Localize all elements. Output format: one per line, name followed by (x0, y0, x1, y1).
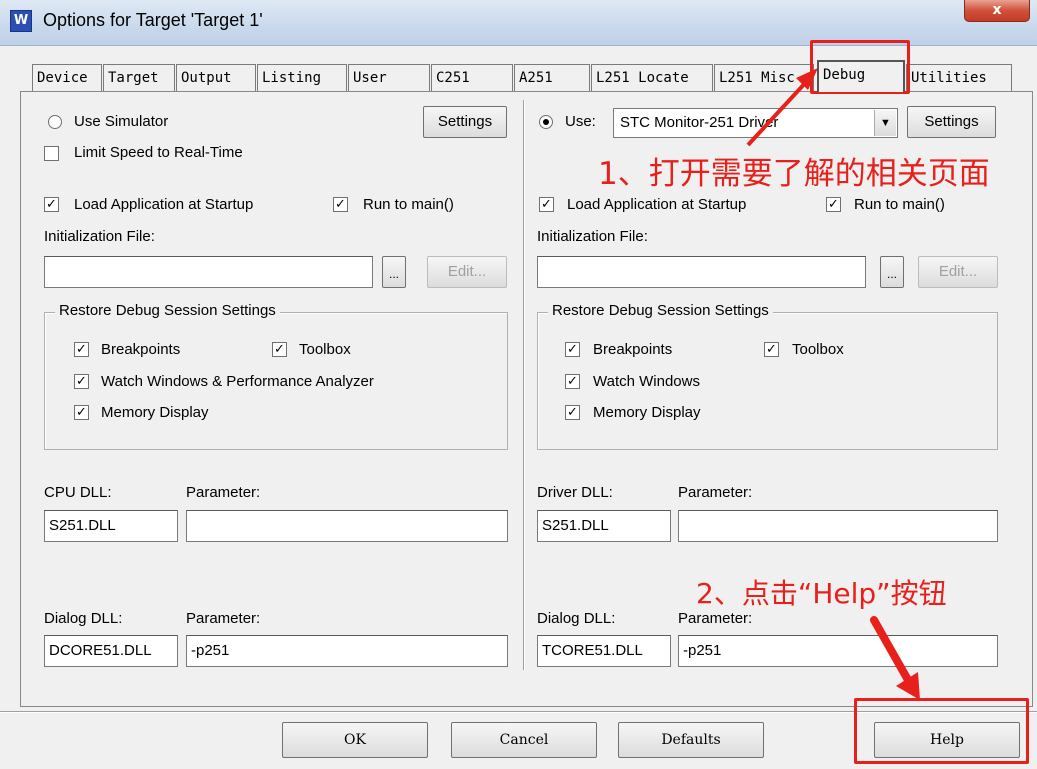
driver-settings-button[interactable]: Settings (907, 106, 996, 138)
watch-windows-label-left: Watch Windows & Performance Analyzer (101, 373, 374, 390)
toolbox-checkbox-right[interactable]: ✓ (764, 342, 779, 357)
load-app-checkbox-left[interactable]: ✓ (44, 197, 59, 212)
init-file-label-right: Initialization File: (537, 228, 648, 245)
cpu-param-field[interactable] (186, 510, 508, 542)
load-app-checkbox-right[interactable]: ✓ (539, 197, 554, 212)
init-file-input-right[interactable] (537, 256, 866, 288)
breakpoints-checkbox-right[interactable]: ✓ (565, 342, 580, 357)
dialog-dll-label-left: Dialog DLL: (44, 610, 123, 627)
window-title: Options for Target 'Target 1' (43, 10, 263, 30)
limit-speed-checkbox[interactable] (44, 146, 59, 161)
tab-listing[interactable]: Listing (257, 64, 347, 91)
chevron-down-icon[interactable]: ▼ (874, 110, 896, 136)
dialog-param-field-left[interactable]: -p251 (186, 635, 508, 667)
cpu-dll-field[interactable]: S251.DLL (44, 510, 178, 542)
tab-target[interactable]: Target (103, 64, 175, 91)
load-app-label-left: Load Application at Startup (74, 196, 254, 213)
breakpoints-label-right: Breakpoints (593, 341, 673, 358)
memory-display-checkbox-left[interactable]: ✓ (74, 405, 89, 420)
driver-select[interactable]: STC Monitor-251 Driver ▼ (613, 108, 898, 138)
breakpoints-checkbox-left[interactable]: ✓ (74, 342, 89, 357)
annotation-step1: 1、打开需要了解的相关页面 (598, 156, 990, 192)
init-file-browse-left[interactable]: ... (382, 256, 406, 288)
memory-display-label-right: Memory Display (593, 404, 701, 421)
use-driver-label: Use: (565, 113, 596, 130)
dialog-dll-field-right[interactable]: TCORE51.DLL (537, 635, 671, 667)
limit-speed-label: Limit Speed to Real-Time (74, 144, 243, 161)
run-to-main-label-right: Run to main() (854, 196, 945, 213)
driver-param-field[interactable] (678, 510, 998, 542)
help-button-highlight (854, 698, 1029, 764)
memory-display-checkbox-right[interactable]: ✓ (565, 405, 580, 420)
driver-dll-field[interactable]: S251.DLL (537, 510, 671, 542)
use-simulator-radio[interactable] (48, 115, 62, 129)
dialog-param-field-right[interactable]: -p251 (678, 635, 998, 667)
driver-param-label: Parameter: (678, 484, 753, 501)
tab-a251[interactable]: A251 (514, 64, 590, 91)
init-file-edit-left[interactable]: Edit... (427, 256, 507, 288)
restore-settings-title-left: Restore Debug Session Settings (55, 302, 280, 319)
dialog-param-label-left: Parameter: (186, 610, 261, 627)
ok-button[interactable]: OK (282, 722, 428, 758)
run-to-main-label-left: Run to main() (363, 196, 454, 213)
watch-windows-label-right: Watch Windows (593, 373, 700, 390)
watch-windows-checkbox-right[interactable]: ✓ (565, 374, 580, 389)
load-app-label-right: Load Application at Startup (567, 196, 747, 213)
driver-select-value: STC Monitor-251 Driver (620, 114, 779, 131)
run-to-main-checkbox-left[interactable]: ✓ (333, 197, 348, 212)
cancel-button[interactable]: Cancel (451, 722, 597, 758)
breakpoints-label-left: Breakpoints (101, 341, 181, 358)
use-driver-radio[interactable] (539, 115, 553, 129)
toolbox-label-right: Toolbox (792, 341, 844, 358)
tab-debug[interactable]: Debug (817, 60, 905, 92)
tab-l251-locate[interactable]: L251 Locate (591, 64, 713, 91)
init-file-input-left[interactable] (44, 256, 373, 288)
init-file-label-left: Initialization File: (44, 228, 155, 245)
watch-windows-checkbox-left[interactable]: ✓ (74, 374, 89, 389)
dialog-param-label-right: Parameter: (678, 610, 753, 627)
toolbox-label-left: Toolbox (299, 341, 351, 358)
run-to-main-checkbox-right[interactable]: ✓ (826, 197, 841, 212)
tab-device[interactable]: Device (32, 64, 102, 91)
tab-utilities[interactable]: Utilities (906, 64, 1012, 91)
close-button[interactable]: x (964, 0, 1030, 22)
toolbox-checkbox-left[interactable]: ✓ (272, 342, 287, 357)
tab-c251[interactable]: C251 (431, 64, 513, 91)
init-file-edit-right[interactable]: Edit... (918, 256, 998, 288)
annotation-step2: 2、点击“Help”按钮 (696, 577, 947, 610)
panel-divider (523, 100, 525, 670)
use-simulator-label: Use Simulator (74, 113, 169, 130)
init-file-browse-right[interactable]: ... (880, 256, 904, 288)
cpu-dll-label: CPU DLL: (44, 484, 112, 501)
cpu-param-label: Parameter: (186, 484, 261, 501)
tab-user[interactable]: User (348, 64, 430, 91)
tab-l251-misc[interactable]: L251 Misc (714, 64, 814, 91)
memory-display-label-left: Memory Display (101, 404, 209, 421)
dialog-dll-label-right: Dialog DLL: (537, 610, 616, 627)
driver-dll-label: Driver DLL: (537, 484, 613, 501)
tab-output[interactable]: Output (176, 64, 256, 91)
simulator-settings-button[interactable]: Settings (423, 106, 507, 138)
restore-settings-title-right: Restore Debug Session Settings (548, 302, 773, 319)
defaults-button[interactable]: Defaults (618, 722, 764, 758)
dialog-dll-field-left[interactable]: DCORE51.DLL (44, 635, 178, 667)
app-icon: W (10, 10, 32, 32)
